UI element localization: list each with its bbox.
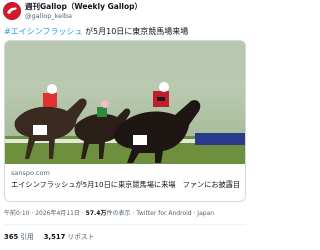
link-card-image[interactable]: [4, 40, 246, 164]
horse-race-photo: [5, 41, 245, 164]
tweet-source: Twitter for Android · Japan: [136, 210, 215, 217]
engagement-stats: 365 引用 3,517 リポスト: [4, 231, 94, 241]
views-label: 件の表示: [106, 210, 131, 217]
tweet-meta: 午前0:10 · 2026年4月11日 · 57.4万件の表示 · Twitte…: [4, 210, 215, 217]
tweet-timestamp[interactable]: 午前0:10 · 2026年4月11日: [4, 210, 80, 217]
reposts-count[interactable]: 3,517: [44, 233, 66, 241]
link-card-title: エイシンフラッシュが5月10日に東京競馬場に来場 ファンにお披露目: [11, 180, 241, 189]
divider: [4, 224, 246, 225]
tweet-body: が5月10日に東京競馬場来場: [82, 27, 189, 36]
tweet-header: 週刊Gallop（Weekly Gallop） @gallop_keiba: [0, 0, 250, 22]
author-display-name[interactable]: 週刊Gallop（Weekly Gallop）: [25, 1, 142, 12]
reposts-label[interactable]: リポスト: [67, 233, 94, 241]
quotes-label[interactable]: 引用: [20, 233, 34, 241]
link-card[interactable]: sanspo.com エイシンフラッシュが5月10日に東京競馬場に来場 ファンに…: [4, 164, 246, 202]
quotes-count[interactable]: 365: [4, 233, 18, 241]
link-card-domain: sanspo.com: [11, 169, 50, 177]
hashtag-link[interactable]: #エイシンフラッシュ: [4, 27, 82, 36]
avatar[interactable]: [3, 2, 21, 20]
views-count: 57.4万: [85, 210, 107, 217]
author-handle[interactable]: @gallop_keiba: [25, 12, 72, 20]
gallop-logo-icon: [3, 2, 21, 20]
tweet-text: #エイシンフラッシュ が5月10日に東京競馬場来場: [4, 27, 248, 37]
